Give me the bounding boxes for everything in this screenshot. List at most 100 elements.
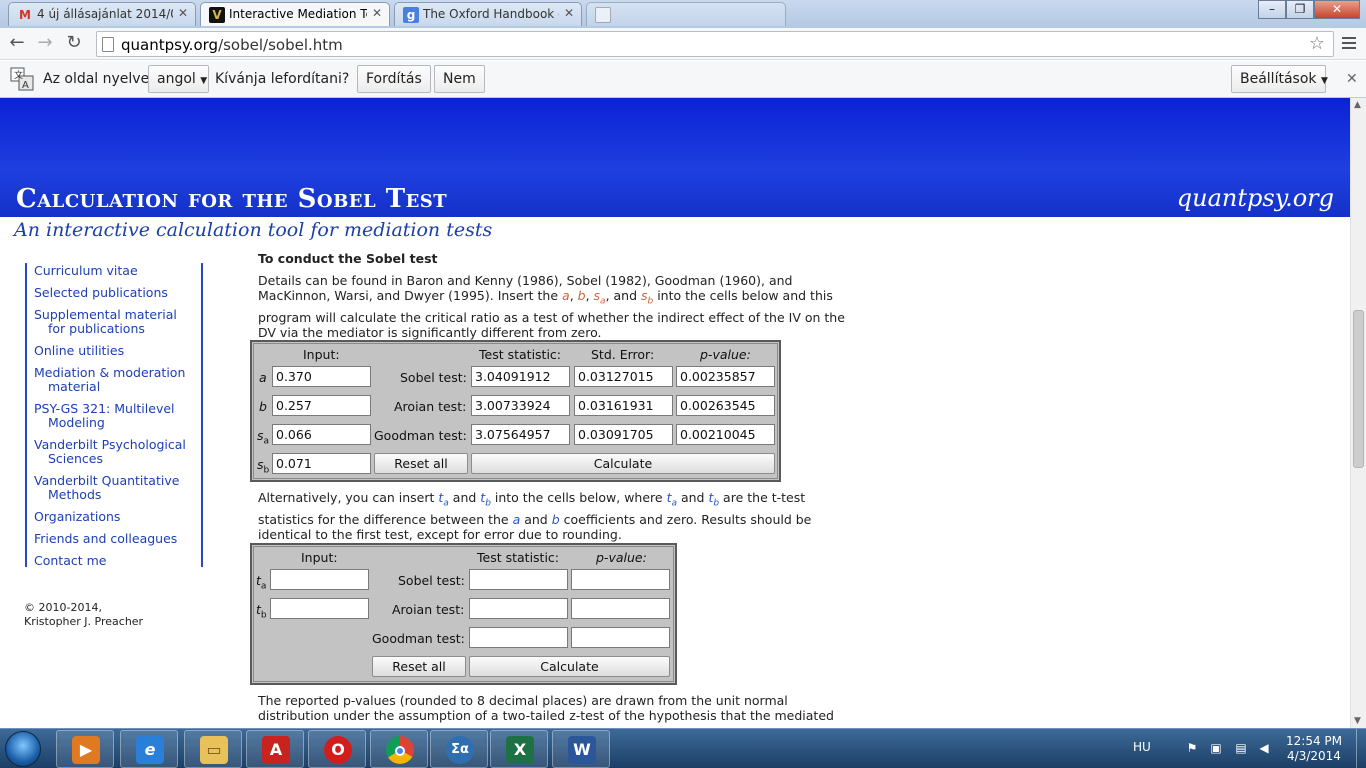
taskbar-internet-explorer[interactable]: e [120, 730, 178, 768]
reset-all-button[interactable]: Reset all [372, 656, 466, 677]
page-scrollbar[interactable]: ▲ ▼ [1350, 98, 1366, 728]
translate-icon: 文 A [10, 67, 34, 91]
aroian-std-error[interactable]: 0.03161931 [574, 395, 673, 416]
taskbar-file-explorer[interactable]: ▭ [184, 730, 242, 768]
col-header-test-statistic: Test statistic: [479, 347, 562, 362]
no-translate-button[interactable]: Nem [434, 65, 485, 93]
col-header-input: Input: [303, 347, 340, 362]
col-header-test-statistic: Test statistic: [477, 550, 560, 565]
section-heading: To conduct the Sobel test [258, 251, 438, 266]
t-aroian-statistic[interactable] [469, 598, 568, 619]
aroian-statistic[interactable]: 3.00733924 [471, 395, 570, 416]
sidebar-item-organizations[interactable]: Organizations [34, 510, 120, 524]
input-sb[interactable]: 0.071 [272, 453, 371, 474]
taskbar-excel[interactable]: X [490, 730, 548, 768]
input-tb[interactable] [270, 598, 369, 619]
sidebar-item-mediation-moderation[interactable]: Mediation & moderation material [34, 366, 185, 394]
scroll-down-icon[interactable]: ▼ [1354, 716, 1361, 726]
minimize-button[interactable]: – [1258, 0, 1286, 19]
reset-all-button[interactable]: Reset all [374, 453, 468, 474]
taskbar-acrobat[interactable]: A [246, 730, 304, 768]
close-tab-icon[interactable]: ✕ [178, 6, 188, 20]
goodman-std-error[interactable]: 0.03091705 [574, 424, 673, 445]
google-icon: g [403, 7, 419, 23]
file-explorer-icon: ▭ [200, 736, 228, 764]
input-label-ta: ta [256, 573, 267, 592]
show-desktop-button[interactable] [1356, 729, 1366, 768]
aroian-p-value[interactable]: 0.00263545 [676, 395, 775, 416]
sobel-p-value[interactable]: 0.00235857 [676, 366, 775, 387]
sobel-statistic[interactable]: 3.04091912 [471, 366, 570, 387]
browser-toolbar: ← → ↻ quantpsy.org/sobel/sobel.htm ☆ [0, 28, 1366, 60]
taskbar-opera[interactable]: O [308, 730, 366, 768]
close-tab-icon[interactable]: ✕ [372, 6, 382, 20]
intro-paragraph: Details can be found in Baron and Kenny … [258, 273, 845, 340]
scrollbar-thumb[interactable] [1353, 310, 1364, 468]
flag-icon[interactable]: ⚑ [1185, 741, 1199, 755]
acrobat-icon: A [262, 736, 290, 764]
input-ta[interactable] [270, 569, 369, 590]
input-language-indicator[interactable]: HU [1133, 740, 1151, 754]
sidebar-item-vanderbilt-psychological[interactable]: Vanderbilt Psychological Sciences [34, 438, 186, 466]
reload-icon[interactable]: ↻ [62, 32, 86, 56]
translate-button[interactable]: Fordítás [357, 65, 431, 93]
taskbar-media-player[interactable]: ▶ [56, 730, 114, 768]
system-clock[interactable]: 12:54 PM 4/3/2014 [1284, 734, 1344, 764]
t-goodman-p-value[interactable] [571, 627, 670, 648]
row-label-aroian: Aroian test: [394, 399, 467, 414]
maximize-button[interactable]: ❐ [1286, 0, 1314, 19]
sobel-std-error[interactable]: 0.03127015 [574, 366, 673, 387]
chrome-menu-icon[interactable] [1340, 34, 1358, 52]
language-select[interactable]: angol ▼ [148, 65, 209, 93]
scroll-up-icon[interactable]: ▲ [1354, 100, 1361, 110]
goodman-p-value[interactable]: 0.00210045 [676, 424, 775, 445]
t-sobel-p-value[interactable] [571, 569, 670, 590]
sidebar-item-psy-gs-321[interactable]: PSY-GS 321: Multilevel Modeling [34, 402, 175, 430]
t-aroian-p-value[interactable] [571, 598, 670, 619]
close-tab-icon[interactable]: ✕ [564, 6, 574, 20]
row-label-sobel: Sobel test: [398, 573, 465, 588]
input-label-b: b [259, 399, 267, 414]
col-header-std-error: Std. Error: [591, 347, 655, 362]
tab-blank[interactable] [586, 2, 786, 26]
chevron-down-icon: ▼ [200, 76, 208, 86]
t-test-calculator: Input: Test statistic: p-value: ta tb So… [250, 543, 677, 685]
input-a[interactable]: 0.370 [272, 366, 371, 387]
bookmark-star-icon[interactable]: ☆ [1309, 33, 1325, 54]
tab-oxford-handbook[interactable]: g The Oxford Handbook of ✕ [394, 2, 582, 26]
start-button[interactable] [5, 731, 41, 767]
taskbar-word[interactable]: W [552, 730, 610, 768]
t-goodman-statistic[interactable] [469, 627, 568, 648]
network-icon[interactable]: ▤ [1234, 741, 1248, 755]
sidebar-item-contact-me[interactable]: Contact me [34, 554, 106, 568]
taskbar-chrome[interactable] [370, 730, 428, 768]
close-translate-bar-icon[interactable]: ✕ [1346, 71, 1358, 87]
sidebar-item-supplemental-material[interactable]: Supplemental material for publications [34, 308, 177, 336]
sidebar-item-online-utilities[interactable]: Online utilities [34, 344, 124, 358]
tab-gmail[interactable]: M 4 új állásajánlat 2014/04/0 ✕ [8, 2, 196, 26]
sidebar-item-curriculum-vitae[interactable]: Curriculum vitae [34, 264, 138, 278]
input-label-sa: sa [257, 428, 270, 447]
forward-icon[interactable]: → [33, 32, 57, 56]
tab-interactive-mediation[interactable]: V Interactive Mediation Test ✕ [200, 2, 390, 26]
device-icon[interactable]: ▣ [1209, 741, 1223, 755]
t-sobel-statistic[interactable] [469, 569, 568, 590]
back-icon[interactable]: ← [5, 32, 29, 56]
calculate-button[interactable]: Calculate [471, 453, 775, 474]
sidebar-item-selected-publications[interactable]: Selected publications [34, 286, 168, 300]
chevron-down-icon: ▼ [1320, 76, 1328, 86]
translate-settings-button[interactable]: Beállítások ▼ [1231, 65, 1328, 93]
goodman-statistic[interactable]: 3.07564957 [471, 424, 570, 445]
address-bar[interactable]: quantpsy.org/sobel/sobel.htm ☆ [96, 31, 1334, 57]
volume-icon[interactable]: ◀ [1257, 741, 1271, 755]
close-window-button[interactable]: ✕ [1314, 0, 1360, 19]
input-b[interactable]: 0.257 [272, 395, 371, 416]
page-subtitle: An interactive calculation tool for medi… [14, 219, 493, 241]
taskbar-math-input[interactable]: Σα [430, 730, 488, 768]
page-viewport: Calculation for the Sobel Test quantpsy.… [0, 98, 1350, 728]
input-sa[interactable]: 0.066 [272, 424, 371, 445]
col-header-p-value: p-value: [700, 347, 751, 362]
sidebar-item-vanderbilt-quantitative[interactable]: Vanderbilt Quantitative Methods [34, 474, 179, 502]
sidebar-item-friends-colleagues[interactable]: Friends and colleagues [34, 532, 177, 546]
calculate-button[interactable]: Calculate [469, 656, 670, 677]
